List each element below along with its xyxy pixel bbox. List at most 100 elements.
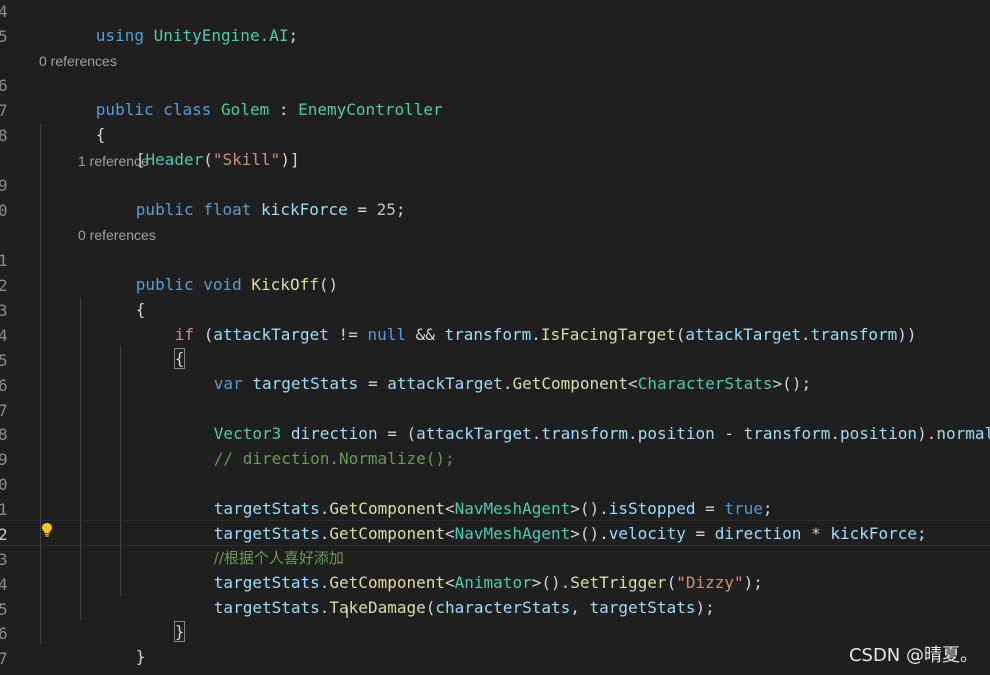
code-line: public class Golem : EnemyController	[38, 74, 443, 119]
token-op: -	[714, 424, 744, 443]
token-punct: <	[445, 524, 455, 543]
token-variable: direction	[714, 524, 802, 543]
token-type: CharacterStats	[637, 374, 773, 393]
token-punct: >();	[772, 374, 812, 393]
token-punct: .	[800, 325, 811, 344]
token-variable: targetStats	[252, 374, 359, 393]
token-punct: .	[628, 424, 638, 443]
code-line: }	[117, 596, 186, 642]
code-line: // direction.Normalize();	[156, 423, 455, 468]
token-field: kickForce	[261, 200, 348, 219]
token-punct: (	[203, 150, 213, 169]
token-keyword: null	[367, 325, 406, 344]
token-variable: transform	[743, 424, 831, 443]
code-line: }	[78, 621, 146, 666]
token-op: !=	[328, 325, 368, 344]
token-punct: ()	[318, 275, 339, 294]
token-brace: }	[135, 647, 146, 666]
token-punct: );	[743, 573, 763, 592]
token-base-class: EnemyController	[298, 100, 443, 119]
token-method: GetComponent	[512, 374, 629, 393]
token-punct: ;	[917, 524, 927, 543]
token-punct: >().	[570, 524, 609, 543]
token-punct: );	[695, 598, 715, 617]
token-punct: .	[531, 325, 541, 344]
token-variable: kickForce	[830, 524, 918, 543]
token-punct: .	[830, 424, 840, 443]
text-cursor-icon: I	[345, 606, 350, 622]
token-comment: // direction.Normalize();	[213, 449, 455, 468]
token-method: GetComponent	[329, 524, 445, 543]
token-punct: .	[319, 598, 330, 617]
token-keyword: class	[163, 100, 212, 119]
token-brace-matched: }	[173, 621, 186, 642]
token-keyword: using	[95, 26, 144, 45]
code-line: //根据个人喜好添加	[156, 522, 344, 567]
token-op: &&	[405, 325, 445, 344]
token-punct: :	[269, 100, 299, 119]
token-punct: <	[628, 374, 638, 393]
token-variable: transform	[541, 424, 629, 443]
token-namespace: UnityEngine.AI	[153, 26, 289, 45]
token-type: NavMeshAgent	[454, 524, 571, 543]
token-punct: (	[675, 325, 686, 344]
token-punct: )]	[280, 150, 300, 169]
token-keyword: float	[203, 200, 252, 219]
code-line: if (attackTarget != null && transform.Is…	[117, 299, 917, 344]
code-line: Vector3 direction = (attackTarget.transf…	[156, 398, 990, 443]
token-punct: ;	[395, 200, 406, 219]
token-keyword: var	[213, 374, 243, 393]
token-punct: (	[425, 598, 436, 617]
token-class-name: Golem	[221, 100, 270, 119]
token-op: *	[801, 524, 831, 543]
code-line: {	[78, 274, 146, 319]
code-line: targetStats.GetComponent<NavMeshAgent>()…	[156, 498, 927, 543]
code-line: targetStats.GetComponent<NavMeshAgent>()…	[156, 473, 773, 518]
token-method: TakeDamage	[329, 598, 426, 617]
code-line: targetStats.GetComponent<Animator>().Set…	[156, 547, 763, 592]
token-variable: targetStats	[589, 598, 696, 617]
token-punct: ))	[897, 325, 917, 344]
token-variable: characterStats	[435, 598, 571, 617]
token-variable: transform	[444, 325, 532, 344]
token-variable: attackTarget	[213, 325, 329, 344]
token-op: =	[685, 524, 715, 543]
code-line: {	[38, 99, 106, 144]
token-punct: ).	[917, 424, 937, 443]
code-editor[interactable]: 4 5 6 7 8 9 0 1 2 3 4 5 6 7 8 9 0 1 2 3 …	[0, 0, 990, 675]
token-variable: normalized;	[936, 424, 990, 443]
token-variable: attackTarget	[685, 325, 801, 344]
token-punct: (	[194, 325, 214, 344]
token-keyword: public	[135, 200, 194, 219]
token-string: "Skill"	[212, 150, 281, 169]
lightbulb-icon[interactable]	[41, 522, 53, 538]
code-area[interactable]: using UnityEngine.AI; public class Golem…	[0, 0, 990, 675]
code-line: public void KickOff()	[78, 249, 338, 294]
watermark: CSDN @晴夏。	[848, 645, 978, 666]
code-line: }	[38, 646, 106, 675]
token-attribute: Header	[145, 150, 204, 169]
token-punct: .	[531, 424, 542, 443]
token-op: =	[347, 200, 377, 219]
token-keyword: void	[203, 275, 242, 294]
token-property: velocity	[608, 524, 686, 543]
token-variable: transform	[810, 325, 898, 344]
code-line: {	[117, 323, 186, 369]
token-number: 25	[376, 200, 396, 219]
token-variable: position	[840, 424, 918, 443]
token-punct: [	[135, 150, 146, 169]
token-method: IsFacingTarget	[540, 325, 676, 344]
token-variable: attackTarget	[387, 374, 503, 393]
code-line: public float kickForce = 25;	[78, 174, 406, 219]
token-punct: ;	[288, 26, 299, 45]
code-line: var targetStats = attackTarget.GetCompon…	[156, 348, 811, 393]
token-variable: targetStats	[213, 598, 320, 617]
token-variable: position	[637, 424, 715, 443]
code-line: targetStats.TakeDamage(characterStats, t…	[156, 572, 715, 617]
token-op: =	[358, 374, 388, 393]
token-punct: ,	[570, 598, 590, 617]
code-line: [Header("Skill")]	[78, 124, 300, 169]
token-method: KickOff	[251, 275, 319, 294]
token-punct: .	[502, 374, 513, 393]
code-line: using UnityEngine.AI;	[38, 0, 298, 45]
